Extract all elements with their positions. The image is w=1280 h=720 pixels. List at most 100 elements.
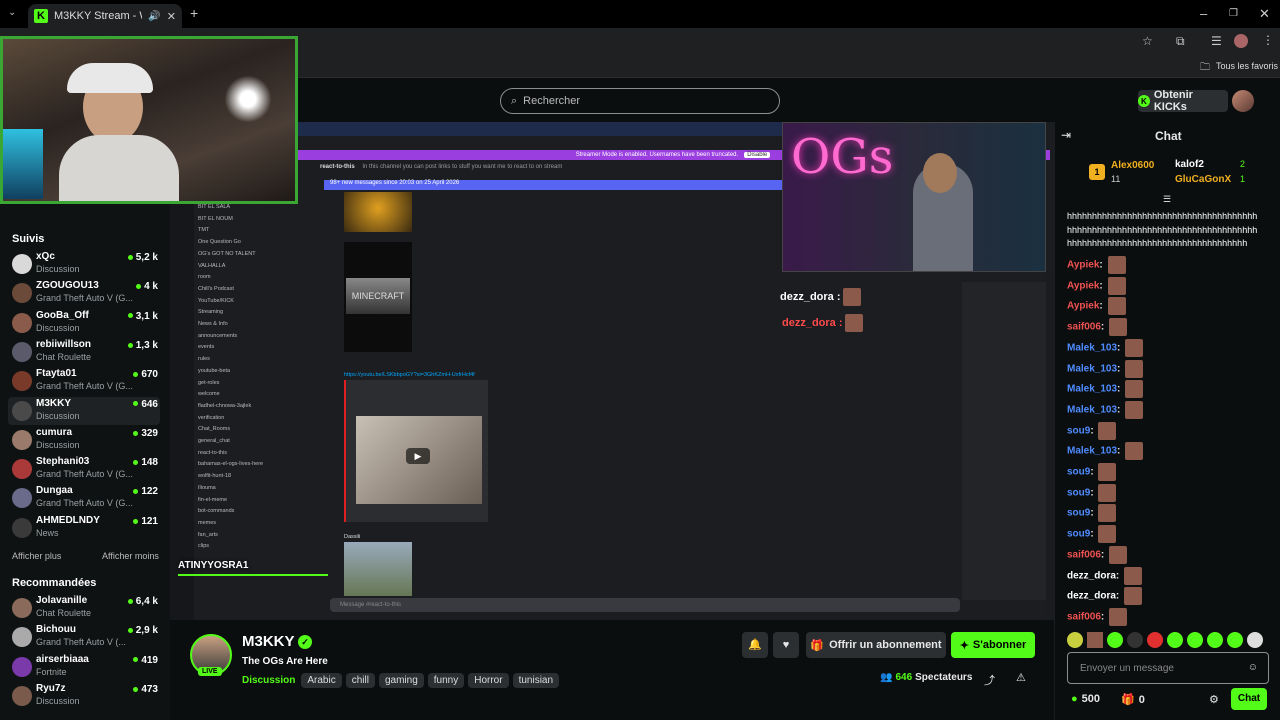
channel-avatar [12,459,32,480]
chat-username[interactable]: sou9 [1067,467,1090,478]
streamer-name[interactable]: M3KKY [242,633,295,650]
user-avatar[interactable] [1232,90,1254,112]
report-icon[interactable]: ⚠ [1016,671,1026,684]
chat-emote [1109,545,1128,564]
channel-viewer-count: 670 [141,369,158,381]
channel-viewers: 473 [133,684,158,695]
search-input[interactable]: ⌕ Rechercher [500,88,780,114]
stream-video[interactable]: Streamer Mode is enabled. Usernames have… [170,122,1054,620]
chat-username[interactable]: Aypiek [1067,280,1099,291]
stream-tag[interactable]: chill [345,673,375,688]
minimize-icon[interactable]: – [1200,6,1207,21]
all-bookmarks-link[interactable]: Tous les favoris [1216,61,1278,71]
extensions-icon[interactable]: ⧉ [1176,34,1185,49]
overlay-chat-user-1: dezz_dora [780,290,834,303]
chat-username[interactable]: sou9 [1067,487,1090,498]
subscribe-button[interactable]: ✦ S'abonner [951,632,1035,658]
sidebar-channel-bichouu[interactable]: Bichouu Grand Theft Auto V (... 2,9 k [8,623,160,651]
sidebar-channel-jolavanille[interactable]: Jolavanille Chat Roulette 6,4 k [8,594,160,622]
sidebar-channel-m3kky[interactable]: M3KKY Discussion 646 [8,396,160,425]
sidebar-channel-xqc[interactable]: xQc Discussion 5,2 k [8,250,160,278]
chat-colon: : [1117,363,1124,375]
stream-tag[interactable]: Arabic [301,673,342,688]
live-dot-icon [133,657,139,663]
channel-viewer-count: 3,1 k [135,310,158,322]
chat-send-button[interactable]: Chat [1231,688,1267,710]
rank-badge: 1 [1089,164,1105,180]
chat-username[interactable]: Malek_103 [1067,342,1117,353]
chat-username[interactable]: saif006 [1067,549,1101,560]
attachment-photo [344,542,412,596]
chat-username[interactable]: Malek_103 [1067,363,1117,374]
sidebar-channel-ryu7z[interactable]: Ryu7z Discussion 473 [8,682,160,710]
tab-list-icon[interactable]: ⌄ [8,7,16,18]
chat-emote-bar [1067,632,1271,648]
chat-username[interactable]: Aypiek [1067,301,1099,312]
get-kicks-button[interactable]: K Obtenir KICKs [1138,89,1228,113]
sidebar-channel-ahmedlndy[interactable]: AHMEDLNDY News 121 [8,514,160,542]
youtube-link: https://youtu.be/LSKbbpoGY?si=3GhKZmH-Ux… [344,372,475,378]
tab-audio-icon[interactable]: 🔊 [148,11,160,22]
chat-username[interactable]: Aypiek [1067,260,1099,271]
follow-button[interactable]: ♥ [773,632,799,658]
chat-username[interactable]: saif006 [1067,322,1101,333]
stream-tag[interactable]: funny [427,673,465,688]
browser-menu-icon[interactable]: ⋮ [1262,33,1274,47]
channel-viewer-count: 329 [141,427,158,439]
sidebar-channel-cumura[interactable]: cumura Discussion 329 [8,426,160,454]
tab-close-icon[interactable]: ✕ [167,10,176,23]
chat-emote [1124,566,1143,585]
show-less-link[interactable]: Afficher moins [102,551,159,561]
sidebar-channel-dungaa[interactable]: Dungaa Grand Theft Auto V (G... 122 [8,484,160,512]
maximize-icon[interactable]: ❐ [1229,8,1238,19]
browser-profile-avatar[interactable] [1234,34,1248,48]
sidebar-channel-zgougou13[interactable]: ZGOUGOU13 Grand Theft Auto V (G... 4 k [8,279,160,307]
streamer-webcam [0,36,298,204]
chat-username[interactable]: Malek_103 [1067,384,1117,395]
discord-channel-item: react-to-this [198,449,228,456]
gifts-balance-value: 0 [1138,693,1145,706]
chat-username[interactable]: Malek_103 [1067,446,1117,457]
window-close-icon[interactable]: ✕ [1259,6,1270,22]
sidebar-channel-airserbiaaa[interactable]: airserbiaaa Fortnite 419 [8,653,160,681]
chat-input[interactable]: Envoyer un message ☺ [1067,652,1269,684]
stream-tag[interactable]: gaming [378,673,424,688]
chat-colon: : [1090,508,1097,520]
channel-viewers: 646 [133,399,158,410]
new-tab-icon[interactable]: + [190,5,198,21]
chat-username[interactable]: Malek_103 [1067,405,1117,416]
channel-category: Discussion [36,264,80,274]
browser-tab[interactable]: K M3KKY Stream - Watch Live 🔊 ✕ [28,4,182,28]
channel-name: GooBa_Off [36,309,89,321]
discord-channel-desc: In this channel you can post links to st… [362,164,563,170]
gifts-balance[interactable]: 🎁 0 [1121,693,1145,707]
stream-tags: Discussion Arabic chill gaming funny Horror t… [242,672,563,688]
gift-subscription-button[interactable]: 🎁 Offrir un abonnement [806,632,946,658]
chat-username[interactable]: sou9 [1067,529,1090,540]
stream-tag[interactable]: Horror [468,673,509,688]
sidebar-channel-rebiiwillson[interactable]: rebiiwillson Chat Roulette 1,3 k [8,338,160,366]
collapse-chat-icon[interactable]: ⇥ [1061,128,1071,142]
kicks-balance[interactable]: ● 500 [1071,693,1100,705]
share-icon[interactable]: ⤴ [984,672,995,688]
sidebar-channel-gooba_off[interactable]: GooBa_Off Discussion 3,1 k [8,309,160,337]
chat-username[interactable]: saif006 [1067,612,1101,623]
chat-settings-icon[interactable]: ⚙ [1209,693,1219,706]
notifications-button[interactable]: 🔔 [742,632,768,658]
sidebar-channel-stephani03[interactable]: Stephani03 Grand Theft Auto V (G... 148 [8,455,160,483]
chat-username[interactable]: sou9 [1067,508,1090,519]
viewer-count-value: 646 [895,672,913,683]
sidebar-channel-ftayta01[interactable]: Ftayta01 Grand Theft Auto V (G... 670 [8,367,160,395]
discord-channel-item: bahamas-el-ogs-lives-here [198,461,264,468]
emoji-icon[interactable]: ☺ [1248,662,1258,673]
discord-server-rail [170,200,194,620]
chat-username[interactable]: dezz_dora [1067,570,1116,581]
media-icon[interactable]: ☰ [1211,34,1222,48]
chat-colon: : [1099,301,1106,313]
category-link[interactable]: Discussion [242,675,295,686]
stream-tag[interactable]: tunisian [512,673,560,688]
bookmark-star-icon[interactable]: ☆ [1142,34,1153,48]
show-more-link[interactable]: Afficher plus [12,551,61,561]
chat-username[interactable]: dezz_dora [1067,591,1116,602]
chat-username[interactable]: sou9 [1067,425,1090,436]
